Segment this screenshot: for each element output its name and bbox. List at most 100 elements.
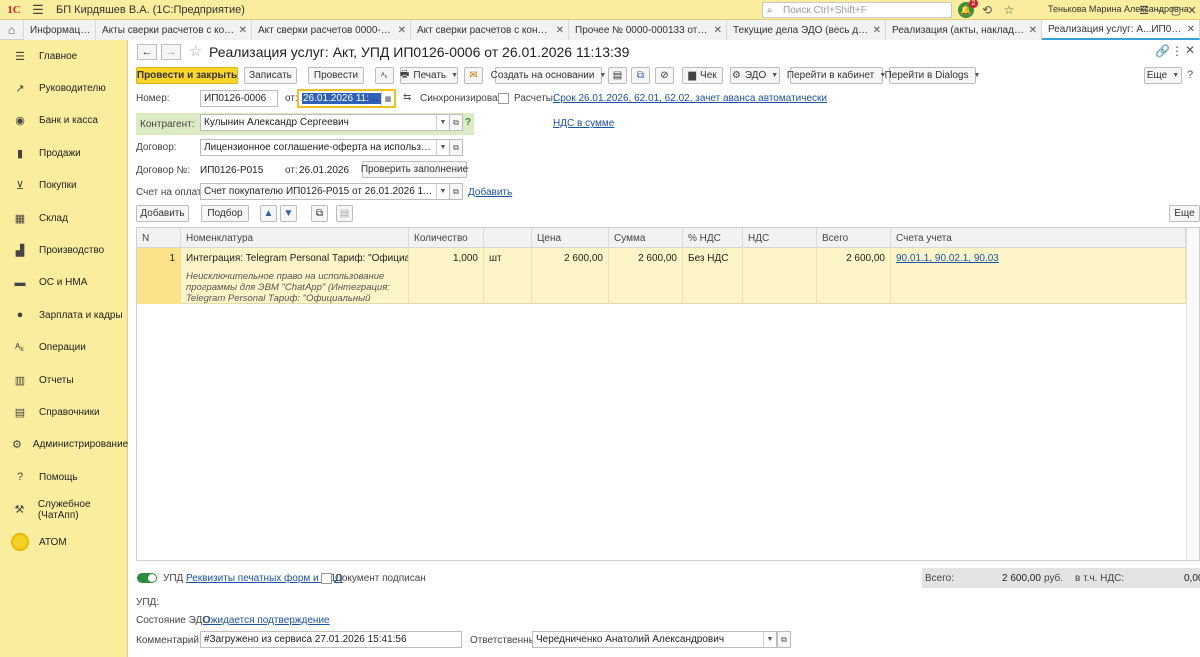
sidebar-item-atom[interactable]: АТОМ bbox=[0, 526, 127, 558]
sidebar-item-salary[interactable]: ● Зарплата и кадры bbox=[0, 299, 127, 331]
back-button[interactable]: ← bbox=[137, 44, 157, 60]
col-n[interactable]: N bbox=[137, 228, 181, 248]
contract-field[interactable]: Лицензионное соглашение-оферта на исполь… bbox=[200, 139, 450, 156]
add-row-button[interactable]: Добавить bbox=[136, 205, 189, 222]
copy-row-icon[interactable]: ⧉ bbox=[311, 205, 328, 222]
clipboard-icon[interactable]: ▤ bbox=[336, 205, 353, 222]
col-price[interactable]: Цена bbox=[532, 228, 609, 248]
table-scrollbar[interactable] bbox=[1186, 228, 1199, 560]
favorite-star-icon[interactable]: ☆ bbox=[189, 42, 202, 60]
history-icon[interactable]: ⟲ bbox=[978, 1, 996, 19]
close-window-icon[interactable]: ✕ bbox=[1184, 0, 1200, 20]
col-accounts[interactable]: Счета учета bbox=[891, 228, 1186, 248]
sidebar-item-warehouse[interactable]: ▦ Склад bbox=[0, 202, 127, 234]
open-contract-icon[interactable]: ⧉ bbox=[449, 139, 463, 156]
minimize-icon[interactable]: – bbox=[1152, 0, 1168, 20]
vat-in-sum-link[interactable]: НДС в сумме bbox=[553, 118, 614, 129]
more-button[interactable]: Еще ▼ bbox=[1144, 67, 1182, 84]
tab-reconciliation-list-2[interactable]: Акт сверки расчетов с контрагентами✕ bbox=[411, 20, 569, 40]
maximize-icon[interactable]: ▢ bbox=[1168, 0, 1184, 20]
col-unit[interactable] bbox=[484, 228, 532, 248]
sidebar-item-assets[interactable]: ▬ ОС и НМА bbox=[0, 267, 127, 299]
cell-vat-rate[interactable]: Без НДС bbox=[683, 248, 743, 304]
sidebar-item-production[interactable]: ▟ Производство bbox=[0, 234, 127, 266]
notifications-icon[interactable]: 🔔 2 bbox=[958, 0, 978, 18]
number-field[interactable]: ИП0126-0006 bbox=[200, 90, 278, 107]
tab-current-document[interactable]: Реализация услуг: А...ИП0126-0006✕ bbox=[1042, 20, 1200, 40]
tab-close-icon[interactable]: ✕ bbox=[1187, 24, 1195, 35]
cell-item[interactable]: Интеграция: Telegram Personal Тариф: "Оф… bbox=[181, 248, 409, 304]
print-button[interactable]: 🖶 Печать ▼ bbox=[400, 67, 458, 84]
cell-vat[interactable] bbox=[743, 248, 817, 304]
move-up-icon[interactable]: ▲ bbox=[260, 205, 277, 222]
pick-button[interactable]: Подбор bbox=[201, 205, 249, 222]
open-invoice-icon[interactable]: ⧉ bbox=[449, 183, 463, 200]
sidebar-item-reports[interactable]: ▥ Отчеты bbox=[0, 364, 127, 396]
cell-price[interactable]: 2 600,00 bbox=[532, 248, 609, 304]
sidebar-item-director[interactable]: ↗ Руководителю bbox=[0, 72, 127, 104]
receipt-button[interactable]: ▆ Чек bbox=[682, 67, 723, 84]
sync-checkbox[interactable] bbox=[498, 93, 509, 104]
post-button[interactable]: Провести bbox=[308, 67, 364, 84]
calendar-icon[interactable]: ▦ bbox=[381, 91, 394, 106]
sidebar-item-admin[interactable]: ⚙ Администрирование bbox=[0, 429, 128, 461]
tab-other-doc[interactable]: Прочее № 0000-000133 от 27.01.2026✕ bbox=[569, 20, 727, 40]
accounts-link[interactable]: 90.01.1, 90.02.1, 90.03 bbox=[896, 253, 999, 264]
close-form-icon[interactable]: ✕ bbox=[1185, 43, 1195, 57]
sidebar-item-operations[interactable]: ᴬₖ Операции bbox=[0, 332, 127, 364]
col-qty[interactable]: Количество bbox=[409, 228, 484, 248]
open-responsible-icon[interactable]: ⧉ bbox=[777, 631, 791, 648]
table-more-button[interactable]: Еще bbox=[1169, 205, 1200, 222]
tab-close-icon[interactable]: ✕ bbox=[556, 25, 564, 36]
create-based-on-button[interactable]: Создать на основании ▼ bbox=[491, 67, 606, 84]
col-total[interactable]: Всего bbox=[817, 228, 891, 248]
link-icon[interactable]: 🔗 bbox=[1155, 44, 1170, 58]
home-icon[interactable]: ⌂ bbox=[0, 20, 24, 40]
tab-close-icon[interactable]: ✕ bbox=[873, 25, 881, 36]
edo-button[interactable]: ⚙ ЭДО ▼ bbox=[730, 67, 780, 84]
tab-close-icon[interactable]: ✕ bbox=[1029, 25, 1037, 36]
sidebar-item-purchases[interactable]: ⊻ Покупки bbox=[0, 170, 127, 202]
go-to-cabinet-button[interactable]: Перейти в кабинет ▼ bbox=[787, 67, 886, 84]
save-button[interactable]: Записать bbox=[244, 67, 297, 84]
comment-field[interactable]: #Загружено из сервиса 27.01.2026 15:41:5… bbox=[200, 631, 462, 648]
tab-close-icon[interactable]: ✕ bbox=[398, 25, 406, 36]
structure-icon[interactable]: ⧉ bbox=[631, 67, 650, 84]
cell-sum[interactable]: 2 600,00 bbox=[609, 248, 683, 304]
tab-reconciliation-list[interactable]: Акты сверки расчетов с контрагентами✕ bbox=[96, 20, 252, 40]
upd-toggle[interactable] bbox=[137, 573, 157, 583]
cell-qty[interactable]: 1,000 bbox=[409, 248, 484, 304]
invoice-field[interactable]: Счет покупателю ИП0126-Р015 от 26.01.202… bbox=[200, 183, 450, 200]
col-vat[interactable]: НДС bbox=[743, 228, 817, 248]
report-icon[interactable]: ▤ bbox=[608, 67, 627, 84]
attachment-icon[interactable]: ⊘ bbox=[655, 67, 674, 84]
main-menu-icon[interactable]: ☰ bbox=[28, 2, 48, 18]
counterparty-help-icon[interactable]: ? bbox=[465, 117, 471, 128]
settlements-link[interactable]: Срок 26.01.2026, 62.01, 62.02, зачет ава… bbox=[553, 93, 827, 104]
more-menu-icon[interactable]: ⋮ bbox=[1171, 44, 1183, 58]
settings-menu-icon[interactable]: ☰ bbox=[1136, 0, 1152, 20]
counterparty-field[interactable]: Кулынин Александр Сергеевич ▼ bbox=[200, 114, 450, 131]
global-search-input[interactable]: ⌕ Поиск Ctrl+Shift+F bbox=[762, 2, 952, 18]
cell-unit[interactable]: шт bbox=[484, 248, 532, 304]
sidebar-item-bank[interactable]: ◉ Банк и касса bbox=[0, 105, 127, 137]
tab-sales-list[interactable]: Реализация (акты, накладные, УПД)✕ bbox=[886, 20, 1042, 40]
cell-accounts[interactable]: 90.01.1, 90.02.1, 90.03 bbox=[891, 248, 1186, 304]
chevron-down-icon[interactable]: ▼ bbox=[436, 184, 449, 199]
col-sum[interactable]: Сумма bbox=[609, 228, 683, 248]
sidebar-item-catalogs[interactable]: ▤ Справочники bbox=[0, 396, 127, 428]
check-fill-button[interactable]: Проверить заполнение bbox=[361, 161, 468, 178]
tab-reconciliation-act[interactable]: Акт сверки расчетов 0000-000133✕ bbox=[252, 20, 411, 40]
sidebar-item-main[interactable]: ☰ Главное bbox=[0, 40, 127, 72]
move-down-icon[interactable]: ▼ bbox=[280, 205, 297, 222]
table-row[interactable]: 1 Интеграция: Telegram Personal Тариф: "… bbox=[137, 248, 1199, 304]
chevron-down-icon[interactable]: ▼ bbox=[436, 115, 449, 130]
tab-info[interactable]: Информация bbox=[24, 20, 96, 40]
sidebar-item-sales[interactable]: ▮ Продажи bbox=[0, 137, 127, 169]
signed-checkbox[interactable] bbox=[321, 573, 332, 584]
col-vat-rate[interactable]: % НДС bbox=[683, 228, 743, 248]
chevron-down-icon[interactable]: ▼ bbox=[763, 632, 776, 647]
sidebar-item-help[interactable]: ? Помощь bbox=[0, 461, 127, 493]
responsible-field[interactable]: Чередниченко Анатолий Александрович ▼ bbox=[532, 631, 777, 648]
tab-close-icon[interactable]: ✕ bbox=[239, 25, 247, 36]
